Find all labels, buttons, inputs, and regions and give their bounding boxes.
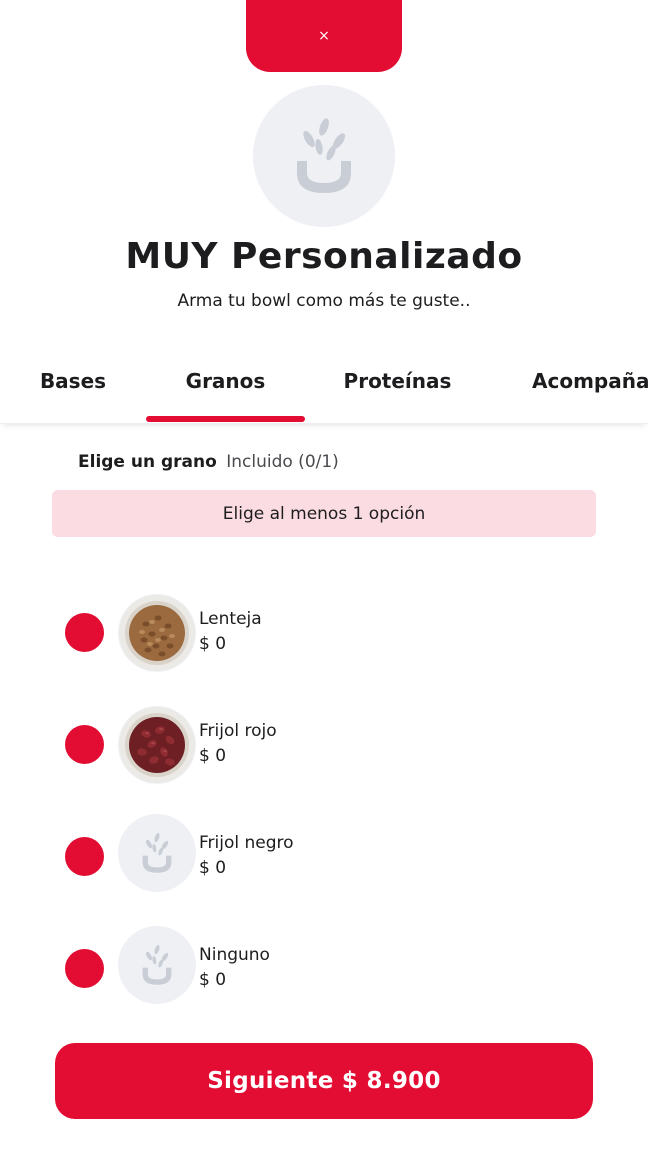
section-quota: Incluido (0/1)	[226, 452, 339, 472]
category-tabs: Bases Granos Proteínas Acompañantes	[0, 340, 648, 424]
option-frijol-rojo[interactable]: Frijol rojo $ 0	[0, 697, 648, 787]
option-name: Frijol negro	[199, 833, 294, 853]
option-price: $ 0	[199, 634, 227, 654]
bowl-logo-icon	[297, 118, 351, 193]
page-subtitle: Arma tu bowl como más te guste..	[177, 291, 471, 311]
option-name: Lenteja	[199, 609, 262, 629]
next-button-label: Siguiente $ 8.900	[207, 1068, 441, 1094]
placeholder-image	[118, 926, 196, 1004]
option-price: $ 0	[199, 858, 227, 878]
active-tab-indicator	[146, 416, 305, 422]
lentils-photo-icon	[119, 595, 195, 671]
lentils-image	[118, 594, 196, 672]
section-title: Elige un grano	[78, 452, 217, 472]
tab-acompanantes[interactable]: Acompañantes	[532, 340, 648, 422]
bowl-logo-icon	[142, 832, 172, 873]
page-title: MUY Personalizado	[125, 236, 523, 277]
product-image	[253, 85, 395, 227]
requirement-notice-text: Elige al menos 1 opción	[222, 503, 426, 524]
red-beans-photo-icon	[119, 707, 195, 783]
option-radio[interactable]	[65, 613, 104, 652]
bowl-logo-icon	[142, 944, 172, 985]
close-icon: ×	[318, 28, 330, 44]
option-radio[interactable]	[65, 837, 104, 876]
option-frijol-negro[interactable]: Frijol negro $ 0	[0, 809, 648, 899]
requirement-notice: Elige al menos 1 opción	[52, 490, 596, 537]
tab-bases[interactable]: Bases	[0, 340, 146, 422]
option-ninguno[interactable]: Ninguno $ 0	[0, 921, 648, 1011]
close-button[interactable]: ×	[246, 0, 402, 72]
tab-proteinas[interactable]: Proteínas	[305, 340, 490, 422]
option-price: $ 0	[199, 970, 227, 990]
option-name: Frijol rojo	[199, 721, 277, 741]
section-heading: Elige un grano Incluido (0/1)	[78, 452, 339, 472]
next-button[interactable]: Siguiente $ 8.900	[55, 1043, 593, 1119]
red-beans-image	[118, 706, 196, 784]
placeholder-image	[118, 814, 196, 892]
option-radio[interactable]	[65, 949, 104, 988]
option-radio[interactable]	[65, 725, 104, 764]
option-name: Ninguno	[199, 945, 270, 965]
option-lenteja[interactable]: Lenteja $ 0	[0, 585, 648, 675]
tab-granos[interactable]: Granos	[146, 340, 305, 422]
option-price: $ 0	[199, 746, 227, 766]
